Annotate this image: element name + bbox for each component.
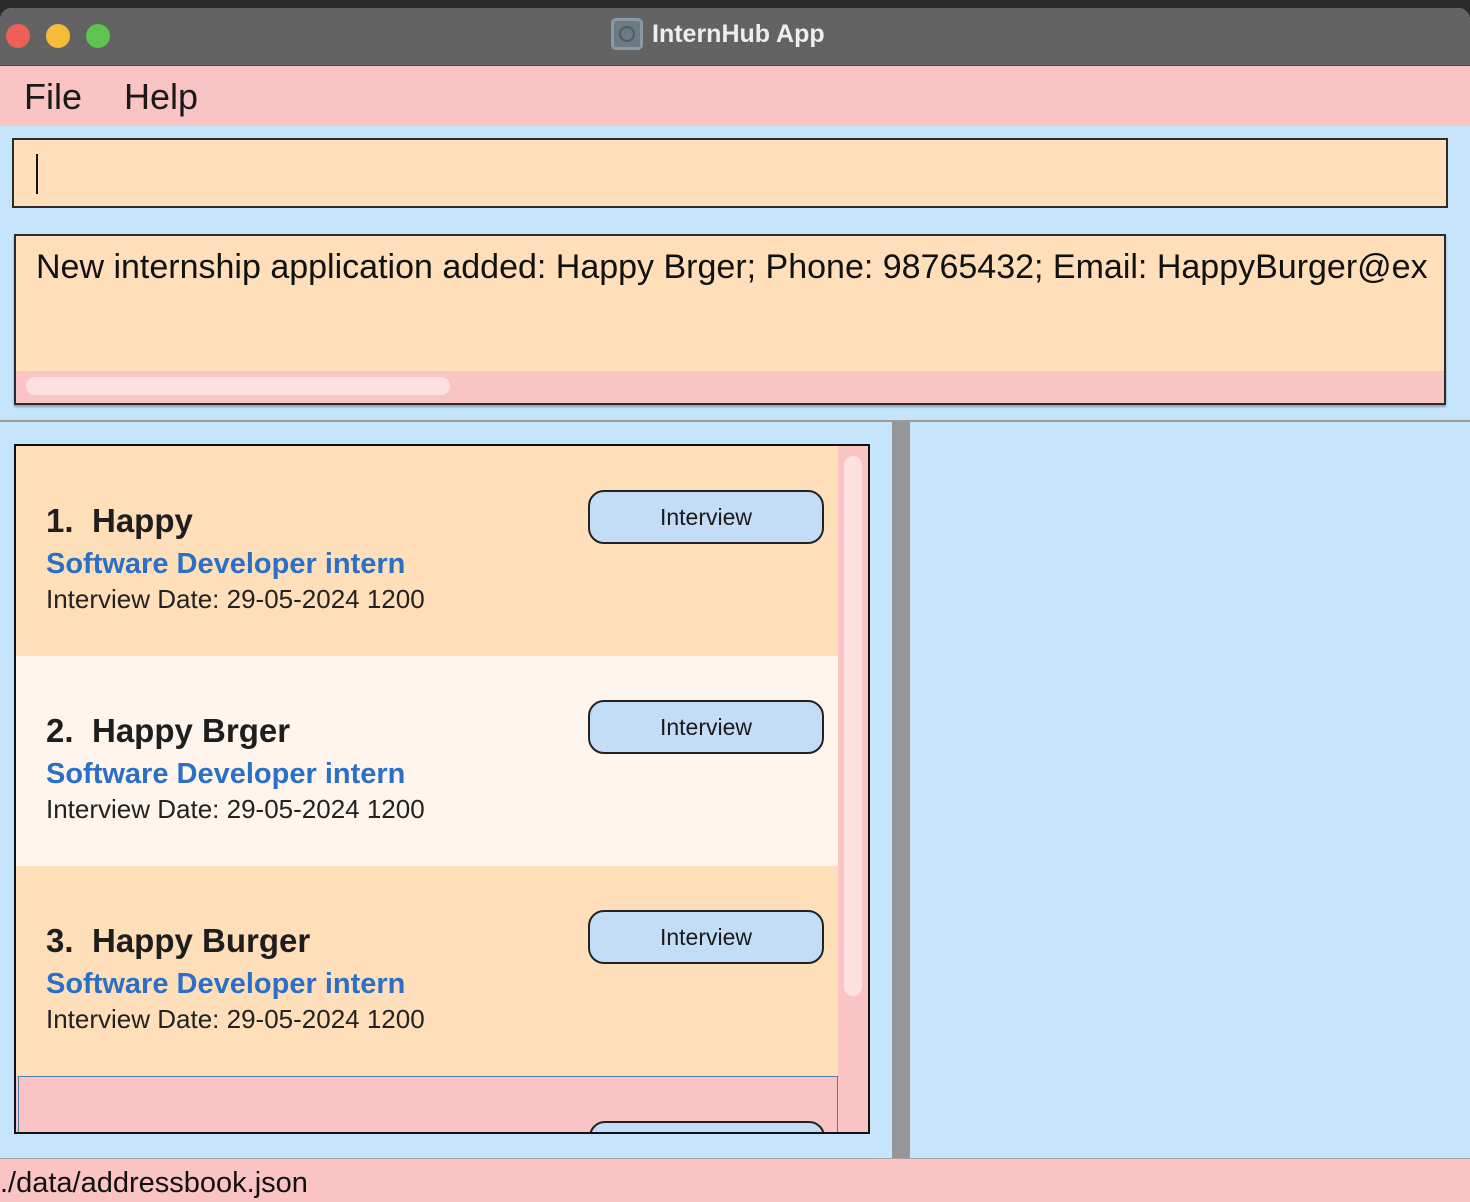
card-index: 1.: [46, 502, 74, 539]
role-title: Software Developer intern: [46, 758, 406, 790]
application-card-partial[interactable]: [18, 1076, 838, 1132]
detail-panel: [910, 422, 1470, 1158]
application-card[interactable]: 2. Happy Brger Software Developer intern…: [16, 656, 838, 866]
company-name: Happy Burger: [92, 922, 311, 959]
company-name: Happy Brger: [92, 712, 291, 749]
role-title: Software Developer intern: [46, 968, 406, 1000]
card-index: 3.: [46, 922, 74, 959]
result-horizontal-scrollbar[interactable]: [16, 371, 1444, 403]
title-bar: InternHub App: [0, 8, 1470, 66]
application-card[interactable]: 1. Happy Software Developer intern Inter…: [16, 446, 838, 656]
status-button[interactable]: Interview: [588, 700, 824, 754]
menu-file[interactable]: File: [24, 76, 82, 118]
zoom-window-button[interactable]: [86, 24, 110, 48]
menu-help[interactable]: Help: [124, 76, 198, 118]
interview-date: Interview Date: 29-05-2024 1200: [46, 584, 425, 614]
status-button[interactable]: Interview: [588, 910, 824, 964]
interview-date: Interview Date: 29-05-2024 1200: [46, 794, 425, 824]
minimize-window-button[interactable]: [46, 24, 70, 48]
status-button[interactable]: Interview: [588, 490, 824, 544]
window-title: InternHub App: [652, 20, 825, 48]
company-name: Happy: [92, 502, 193, 539]
data-file-path: ./data/addressbook.json: [0, 1167, 308, 1199]
text-caret: [36, 154, 38, 194]
result-display: New internship application added: Happy …: [14, 234, 1446, 405]
application-list: 1. Happy Software Developer intern Inter…: [14, 444, 870, 1134]
result-scroll-thumb[interactable]: [26, 377, 450, 395]
status-bar: ./data/addressbook.json: [0, 1158, 1470, 1202]
split-pane-divider[interactable]: [892, 422, 910, 1158]
app-logo-icon: [611, 18, 643, 50]
card-index: 2.: [46, 712, 74, 749]
interview-date: Interview Date: 29-05-2024 1200: [46, 1004, 425, 1034]
menu-bar: File Help: [0, 66, 1470, 126]
role-title: Software Developer intern: [46, 548, 406, 580]
result-message: New internship application added: Happy …: [36, 248, 1428, 286]
close-window-button[interactable]: [6, 24, 30, 48]
list-vertical-scrollbar[interactable]: [838, 446, 868, 1132]
command-input[interactable]: [12, 138, 1448, 208]
list-scroll-thumb[interactable]: [844, 456, 862, 996]
app-window: InternHub App File Help New internship a…: [0, 8, 1470, 1202]
status-button-partial[interactable]: [589, 1121, 825, 1132]
application-card[interactable]: 3. Happy Burger Software Developer inter…: [16, 866, 838, 1076]
